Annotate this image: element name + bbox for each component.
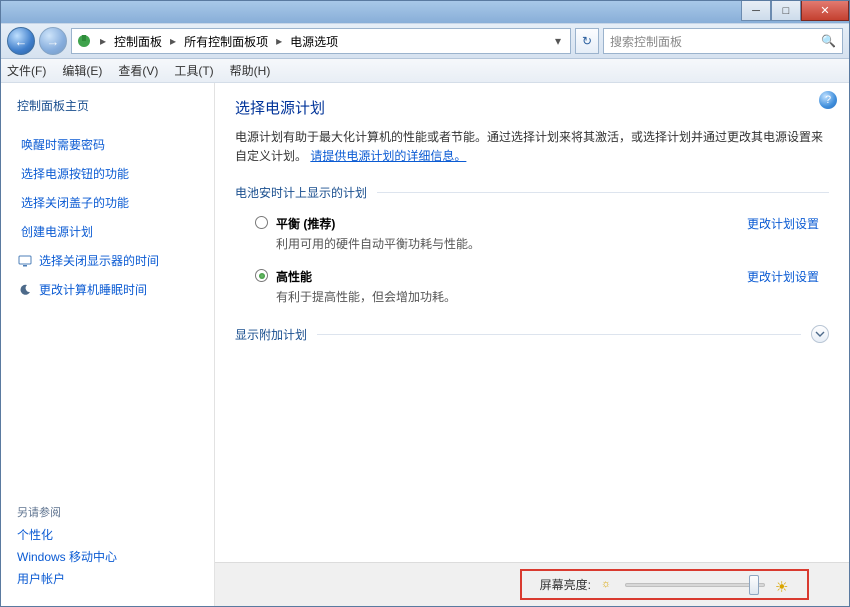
plan-high-performance[interactable]: 高性能 有利于提高性能，但会增加功耗。 更改计划设置 bbox=[235, 262, 829, 315]
sidebar-link-close-lid[interactable]: 选择关闭盖子的功能 bbox=[17, 194, 198, 211]
radio-high-performance[interactable] bbox=[255, 269, 268, 282]
content-area: 控制面板主页 唤醒时需要密码 选择电源按钮的功能 选择关闭盖子的功能 创建电源计… bbox=[1, 83, 849, 606]
plan-balanced[interactable]: 平衡 (推荐) 利用可用的硬件自动平衡功耗与性能。 更改计划设置 bbox=[235, 209, 829, 262]
plan-description: 利用可用的硬件自动平衡功耗与性能。 bbox=[276, 235, 747, 252]
page-title: 选择电源计划 bbox=[235, 97, 829, 118]
close-button[interactable]: ✕ bbox=[801, 1, 849, 21]
plans-group-caption: 电池安时计上显示的计划 bbox=[235, 184, 367, 201]
show-more-label: 显示附加计划 bbox=[235, 326, 307, 343]
sidebar-task-label: 更改计算机睡眠时间 bbox=[39, 281, 147, 298]
more-info-link[interactable]: 请提供电源计划的详细信息。 bbox=[310, 149, 466, 163]
sidebar-task-display-off[interactable]: 选择关闭显示器的时间 bbox=[17, 252, 198, 269]
sun-high-icon: ☀ bbox=[775, 578, 789, 592]
see-also-section: 另请参阅 个性化 Windows 移动中心 用户帐户 bbox=[17, 504, 198, 592]
slider-thumb[interactable] bbox=[749, 575, 759, 595]
brightness-label: 屏幕亮度: bbox=[540, 576, 591, 593]
breadcrumb-item-3[interactable]: 电源选项 bbox=[290, 33, 338, 50]
control-panel-home-link[interactable]: 控制面板主页 bbox=[17, 97, 198, 114]
control-panel-icon bbox=[76, 33, 92, 49]
breadcrumb-sep: ▸ bbox=[272, 34, 286, 48]
menu-tools[interactable]: 工具(T) bbox=[174, 62, 213, 79]
menu-edit[interactable]: 编辑(E) bbox=[62, 62, 102, 79]
sidebar-task-sleep-time[interactable]: 更改计算机睡眠时间 bbox=[17, 281, 198, 298]
menu-bar: 文件(F) 编辑(E) 查看(V) 工具(T) 帮助(H) bbox=[1, 59, 849, 83]
breadcrumb-item-1[interactable]: 控制面板 bbox=[114, 33, 162, 50]
forward-button[interactable]: → bbox=[39, 27, 67, 55]
plan-description: 有利于提高性能，但会增加功耗。 bbox=[276, 288, 747, 305]
sidebar-link-create-plan[interactable]: 创建电源计划 bbox=[17, 223, 198, 240]
address-bar-row: ← → ▸ 控制面板 ▸ 所有控制面板项 ▸ 电源选项 ▾ ↻ 搜索控制面板 🔍 bbox=[1, 23, 849, 59]
back-button[interactable]: ← bbox=[7, 27, 35, 55]
change-plan-settings-link[interactable]: 更改计划设置 bbox=[747, 268, 819, 285]
see-also-user-accounts[interactable]: 用户帐户 bbox=[17, 570, 198, 587]
plan-name: 高性能 bbox=[276, 268, 747, 285]
title-bar[interactable]: ─ □ ✕ bbox=[1, 1, 849, 23]
refresh-button[interactable]: ↻ bbox=[575, 28, 599, 54]
breadcrumb-item-2[interactable]: 所有控制面板项 bbox=[184, 33, 268, 50]
menu-help[interactable]: 帮助(H) bbox=[230, 62, 271, 79]
search-placeholder: 搜索控制面板 bbox=[610, 33, 682, 50]
breadcrumb-bar[interactable]: ▸ 控制面板 ▸ 所有控制面板项 ▸ 电源选项 ▾ bbox=[71, 28, 571, 54]
sidebar-link-power-button[interactable]: 选择电源按钮的功能 bbox=[17, 165, 198, 182]
group-caption-row: 电池安时计上显示的计划 bbox=[235, 184, 829, 201]
show-additional-plans[interactable]: 显示附加计划 bbox=[235, 325, 829, 343]
plan-text: 高性能 有利于提高性能，但会增加功耗。 bbox=[276, 268, 747, 305]
sidebar: 控制面板主页 唤醒时需要密码 选择电源按钮的功能 选择关闭盖子的功能 创建电源计… bbox=[1, 83, 215, 606]
sidebar-task-label: 选择关闭显示器的时间 bbox=[39, 252, 159, 269]
page-description: 电源计划有助于最大化计算机的性能或者节能。通过选择计划来将其激活，或选择计划并通… bbox=[235, 128, 829, 166]
brightness-control-highlight: 屏幕亮度: ☼ ☀ bbox=[520, 569, 809, 600]
see-also-mobility-center[interactable]: Windows 移动中心 bbox=[17, 548, 198, 565]
see-also-header: 另请参阅 bbox=[17, 504, 198, 520]
see-also-personalization[interactable]: 个性化 bbox=[17, 526, 198, 543]
radio-balanced[interactable] bbox=[255, 216, 268, 229]
minimize-button[interactable]: ─ bbox=[741, 1, 771, 21]
chevron-down-icon bbox=[815, 329, 825, 339]
divider bbox=[317, 334, 801, 335]
plan-text: 平衡 (推荐) 利用可用的硬件自动平衡功耗与性能。 bbox=[276, 215, 747, 252]
breadcrumb-sep: ▸ bbox=[166, 34, 180, 48]
brightness-slider[interactable] bbox=[625, 577, 765, 593]
maximize-button[interactable]: □ bbox=[771, 1, 801, 21]
sidebar-link-wake-password[interactable]: 唤醒时需要密码 bbox=[17, 136, 198, 153]
change-plan-settings-link[interactable]: 更改计划设置 bbox=[747, 215, 819, 232]
search-input[interactable]: 搜索控制面板 🔍 bbox=[603, 28, 843, 54]
monitor-icon bbox=[17, 253, 33, 269]
expand-button[interactable] bbox=[811, 325, 829, 343]
window-frame: ─ □ ✕ ← → ▸ 控制面板 ▸ 所有控制面板项 ▸ 电源选项 ▾ ↻ 搜索… bbox=[0, 0, 850, 607]
plan-name: 平衡 (推荐) bbox=[276, 215, 747, 232]
sun-low-icon: ☼ bbox=[601, 578, 615, 592]
main-panel: ? 选择电源计划 电源计划有助于最大化计算机的性能或者节能。通过选择计划来将其激… bbox=[215, 83, 849, 606]
window-controls: ─ □ ✕ bbox=[741, 1, 849, 21]
breadcrumb-dropdown[interactable]: ▾ bbox=[550, 34, 566, 48]
menu-file[interactable]: 文件(F) bbox=[7, 62, 46, 79]
divider bbox=[377, 192, 829, 193]
footer-bar: 屏幕亮度: ☼ ☀ bbox=[215, 562, 849, 606]
search-icon[interactable]: 🔍 bbox=[821, 34, 836, 48]
breadcrumb-sep: ▸ bbox=[96, 34, 110, 48]
menu-view[interactable]: 查看(V) bbox=[118, 62, 158, 79]
help-icon[interactable]: ? bbox=[819, 91, 837, 109]
slider-track bbox=[625, 583, 765, 587]
moon-icon bbox=[17, 282, 33, 298]
